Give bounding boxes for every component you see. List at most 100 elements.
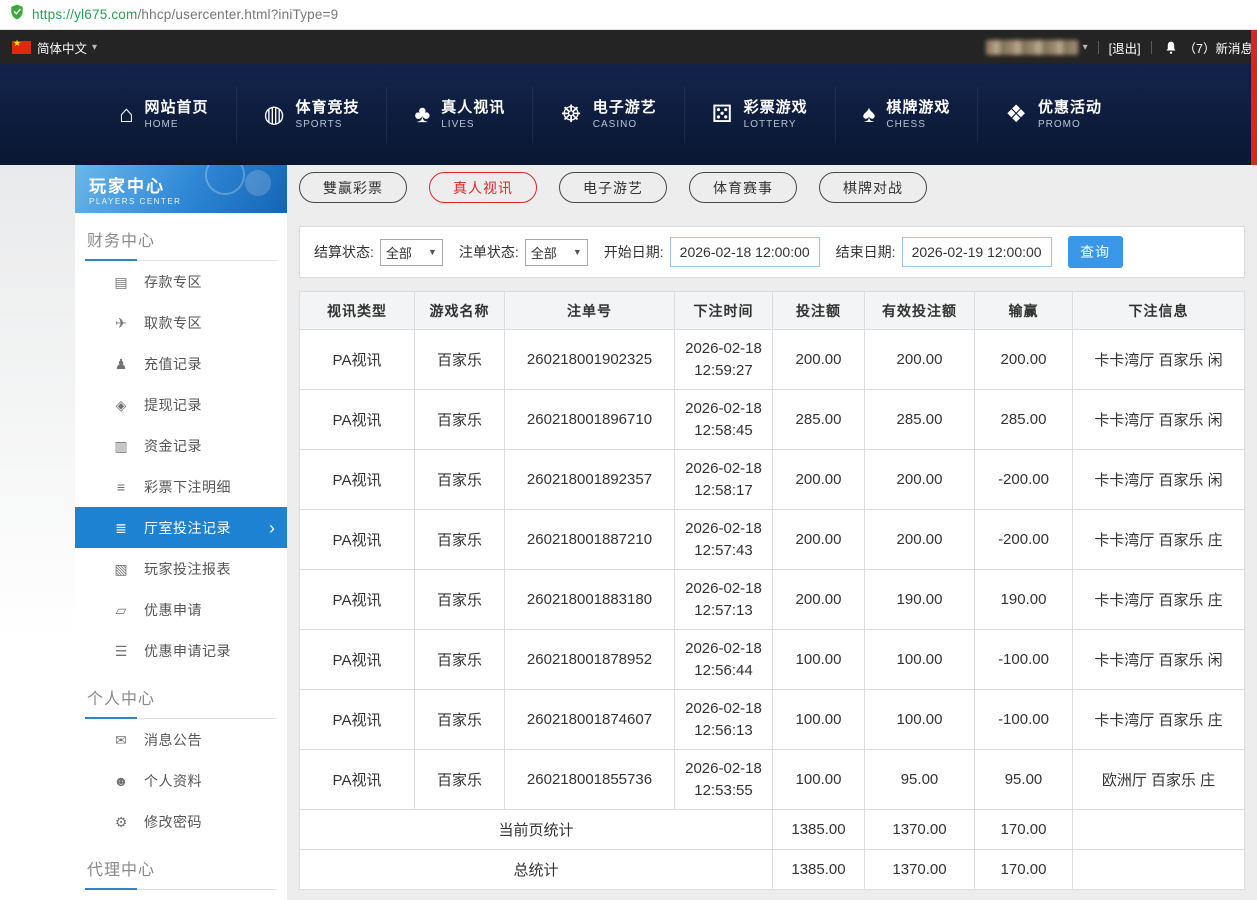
sidebar-section-agent: 代理中心 ▤ 代理规则说明 › (75, 842, 287, 900)
cell-order-number: 260218001902325 (505, 330, 675, 390)
table-row: PA视讯 百家乐 260218001887210 2026-02-18 12:5… (300, 510, 1245, 570)
sidebar-item[interactable]: ☰ 优惠申请记录 › (75, 630, 287, 671)
deposit-icon: ▤ (111, 275, 131, 289)
cell-order-number: 260218001883180 (505, 570, 675, 630)
user-icon: ☻ (111, 774, 131, 788)
sidebar-item[interactable]: ▧ 玩家投注报表 › (75, 548, 287, 589)
new-messages-link[interactable]: （7）新消息 (1184, 38, 1253, 57)
basketball-icon: ◍ (264, 103, 285, 127)
nav-item[interactable]: ◍ 体育竞技 SPORTS (236, 87, 387, 143)
sidebar-item[interactable]: ♟ 充值记录 › (75, 343, 287, 384)
nav-item-label-zh: 彩票游戏 (744, 98, 808, 118)
caret-down-icon[interactable]: ▾ (92, 42, 97, 53)
order-status-select[interactable]: 全部 ▼ (525, 239, 588, 266)
cell-valid-bet-amount: 100.00 (865, 630, 975, 690)
gear-icon: ⚙ (111, 815, 131, 829)
table-row: PA视讯 百家乐 260218001883180 2026-02-18 12:5… (300, 570, 1245, 630)
bell-icon[interactable] (1164, 40, 1178, 55)
start-date-input[interactable] (670, 237, 820, 267)
column-header: 有效投注额 (865, 292, 975, 330)
table-row: PA视讯 百家乐 260218001855736 2026-02-18 12:5… (300, 750, 1245, 810)
sidebar-item[interactable]: ⚙ 修改密码 › (75, 801, 287, 842)
tab[interactable]: 电子游艺 (559, 172, 667, 203)
cell-bet-time: 2026-02-18 12:59:27 (675, 330, 773, 390)
nav-item[interactable]: ❖ 优惠活动 PROMO (977, 87, 1129, 143)
roulette-icon: ☸ (560, 103, 582, 127)
dice-icon: ⚄ (712, 103, 733, 127)
column-header: 投注额 (773, 292, 865, 330)
sidebar-item[interactable]: ✉ 消息公告 › (75, 719, 287, 760)
end-date-input[interactable] (902, 237, 1052, 267)
sidebar-item[interactable]: ✈ 取款专区 › (75, 302, 287, 343)
utility-topbar: 简体中文 ▾ ▾ [退出] （7）新消息 (0, 30, 1257, 64)
cell-bet-info: 卡卡湾厅 百家乐 庄 (1073, 690, 1245, 750)
nav-item-label-zh: 网站首页 (145, 98, 209, 118)
cell-game-name: 百家乐 (415, 450, 505, 510)
sidebar-item[interactable]: ☻ 个人资料 › (75, 760, 287, 801)
column-header: 下注信息 (1073, 292, 1245, 330)
nav-item[interactable]: ♣ 真人视讯 LIVES (386, 87, 532, 143)
tab[interactable]: 雙赢彩票 (299, 172, 407, 203)
cell-bet-info: 卡卡湾厅 百家乐 闲 (1073, 450, 1245, 510)
nav-item[interactable]: ⌂ 网站首页 HOME (92, 87, 236, 143)
cell-video-type: PA视讯 (300, 750, 415, 810)
column-header: 下注时间 (675, 292, 773, 330)
cell-bet-time: 2026-02-18 12:57:13 (675, 570, 773, 630)
caret-down-icon: ▼ (428, 247, 437, 257)
column-header: 注单号 (505, 292, 675, 330)
spade-icon: ♠ (863, 103, 876, 127)
sidebar-item[interactable]: ▥ 资金记录 › (75, 425, 287, 466)
nav-item[interactable]: ♠ 棋牌游戏 CHESS (835, 87, 978, 143)
nav-item[interactable]: ⚄ 彩票游戏 LOTTERY (684, 87, 835, 143)
tab[interactable]: 棋牌对战 (819, 172, 927, 203)
logout-link[interactable]: [退出] (1109, 38, 1141, 57)
nav-item-label-en: PROMO (1038, 118, 1102, 132)
caret-down-icon: ▼ (573, 247, 582, 257)
sidebar-item[interactable]: ▤ 代理规则说明 › (75, 890, 287, 900)
caret-down-icon[interactable]: ▾ (1083, 42, 1088, 53)
chevron-right-icon: › (269, 519, 275, 537)
nav-item-label-zh: 电子游艺 (593, 98, 657, 118)
cell-bet-time: 2026-02-18 12:53:55 (675, 750, 773, 810)
cell-bet-time: 2026-02-18 12:56:44 (675, 630, 773, 690)
table-row: PA视讯 百家乐 260218001874607 2026-02-18 12:5… (300, 690, 1245, 750)
tab[interactable]: 体育赛事 (689, 172, 797, 203)
sidebar-item-label: 资金记录 (144, 436, 202, 456)
settle-status-select[interactable]: 全部 ▼ (380, 239, 443, 266)
language-selector[interactable]: 简体中文 (37, 38, 87, 57)
screen: https://yl675.com/hhcp/usercenter.html?i… (0, 0, 1257, 900)
summary-label: 总统计 (300, 850, 773, 890)
china-flag-icon (12, 41, 31, 54)
cell-bet-amount: 100.00 (773, 750, 865, 810)
funds-record-icon: ▥ (111, 439, 131, 453)
category-tabs: 雙赢彩票 真人视讯 电子游艺 体育赛事 棋牌对战 (299, 172, 1245, 203)
cell-bet-info: 卡卡湾厅 百家乐 闲 (1073, 390, 1245, 450)
end-date-label: 结束日期: (836, 242, 896, 262)
tab[interactable]: 真人视讯 (429, 172, 537, 203)
cell-win-loss: 95.00 (975, 750, 1073, 810)
gift-icon: ❖ (1005, 103, 1027, 127)
cell-order-number: 260218001896710 (505, 390, 675, 450)
nav-item-label-zh: 体育竞技 (295, 98, 359, 118)
sidebar-item[interactable]: ▤ 存款专区 › (75, 261, 287, 302)
nav-item-label-en: HOME (145, 118, 209, 132)
browser-address-bar[interactable]: https://yl675.com/hhcp/usercenter.html?i… (0, 0, 1257, 30)
sidebar-header: 玩家中心 PLAYERS CENTER (75, 165, 287, 213)
sidebar-item[interactable]: ≣ 厅室投注记录 › (75, 507, 287, 548)
cell-game-name: 百家乐 (415, 690, 505, 750)
url-text[interactable]: https://yl675.com/hhcp/usercenter.html?i… (32, 7, 338, 22)
sidebar-section-title: 代理中心 (85, 842, 277, 890)
username-redacted[interactable] (986, 40, 1078, 55)
order-status-label: 注单状态: (459, 242, 519, 262)
summary-bet-total: 1385.00 (773, 850, 865, 890)
sidebar-item[interactable]: ≡ 彩票下注明细 › (75, 466, 287, 507)
query-button[interactable]: 查询 (1068, 236, 1123, 268)
table-row: PA视讯 百家乐 260218001902325 2026-02-18 12:5… (300, 330, 1245, 390)
summary-valid-total: 1370.00 (865, 850, 975, 890)
url-scheme: https:// (32, 7, 74, 22)
cell-win-loss: -100.00 (975, 630, 1073, 690)
sidebar-item[interactable]: ▱ 优惠申请 › (75, 589, 287, 630)
nav-item[interactable]: ☸ 电子游艺 CASINO (532, 87, 684, 143)
settle-status-value: 全部 (386, 243, 412, 262)
sidebar-item[interactable]: ◈ 提现记录 › (75, 384, 287, 425)
